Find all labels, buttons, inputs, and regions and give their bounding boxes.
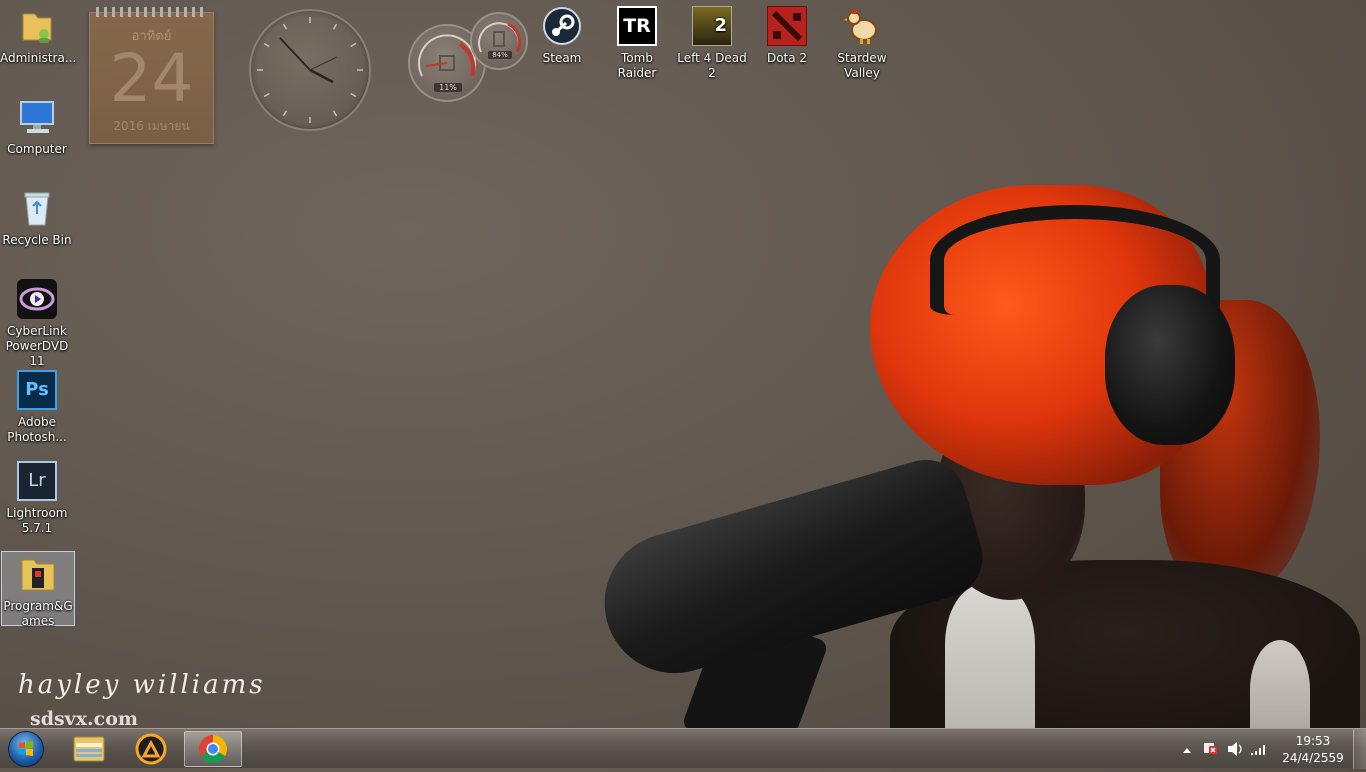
computer-icon: [17, 97, 57, 137]
tray-volume[interactable]: [1224, 729, 1246, 769]
taskbar-clock-time[interactable]: 19:53: [1280, 734, 1346, 748]
desktop-icon-photoshop[interactable]: Ps Adobe Photosh...: [0, 364, 74, 448]
taskbar: 19:53 24/4/2559: [0, 728, 1366, 769]
recycle-bin-icon: [17, 188, 57, 228]
calendar-month-year: 2016 เมษายน: [113, 119, 190, 133]
desktop-icon-administrator[interactable]: Administra...: [0, 0, 77, 70]
desktop-icon-label: Program&Games: [3, 599, 73, 628]
memory-gauge-icon: [478, 22, 522, 53]
folder-icon: [18, 554, 58, 594]
wallpaper-signature: hayley williams: [18, 670, 266, 700]
desktop-icon-steam[interactable]: Steam: [525, 0, 599, 70]
calendar-gadget[interactable]: อาทิตย์ 24 2016 เมษายน: [89, 7, 214, 144]
stardew-valley-icon: [842, 6, 882, 46]
desktop-icon-dota-2[interactable]: Dota 2: [750, 0, 824, 70]
aimp-icon: [135, 733, 167, 765]
clock-minute-hand: [279, 37, 311, 71]
desktop-icon-recycle-bin[interactable]: Recycle Bin: [0, 182, 74, 252]
show-desktop-button[interactable]: [1353, 729, 1366, 769]
start-button[interactable]: [8, 731, 44, 767]
desktop-icon-label: Dota 2: [766, 51, 808, 65]
desktop-icon-label: Stardew Valley: [837, 51, 887, 80]
windows-logo-icon: [19, 741, 33, 756]
tray-network[interactable]: [1248, 729, 1270, 769]
desktop-icon-label: Computer: [7, 142, 67, 156]
desktop-icon-stardew-valley[interactable]: Stardew Valley: [825, 0, 899, 84]
dota-2-icon: [767, 6, 807, 46]
taskbar-explorer[interactable]: [60, 731, 118, 767]
chevron-up-icon: [1183, 748, 1191, 753]
desktop-icon-computer[interactable]: Computer: [0, 91, 74, 161]
windows-explorer-icon: [73, 736, 105, 762]
cpu-percent: 11%: [434, 83, 462, 92]
desktop-icon-label: Adobe Photosh...: [7, 415, 67, 444]
speaker-icon: [1228, 742, 1242, 756]
user-folder-icon: [17, 6, 57, 46]
clock-hour-hand: [309, 68, 334, 84]
desktop-icon-program-games[interactable]: Program&Games: [1, 551, 75, 628]
desktop[interactable]: hayley williams sdsvx.com Administra... …: [0, 0, 1366, 728]
left-4-dead-2-icon: 2: [692, 6, 732, 46]
photoshop-icon: Ps: [17, 370, 57, 410]
desktop-icon-label: Tomb Raider: [617, 51, 657, 80]
powerdvd-icon: [17, 279, 57, 319]
clock-face: [257, 17, 363, 123]
desktop-icon-label: Lightroom 5.7.1: [6, 506, 68, 535]
network-signal-icon: [1251, 745, 1265, 755]
lightroom-icon: Lr: [17, 461, 57, 501]
desktop-icon-label: Recycle Bin: [2, 233, 72, 247]
wallpaper-shirt: [945, 585, 1035, 728]
desktop-icon-powerdvd[interactable]: CyberLink PowerDVD 11: [0, 273, 74, 368]
tray-action-center[interactable]: [1200, 729, 1220, 769]
desktop-icon-label: CyberLink PowerDVD 11: [5, 324, 69, 368]
desktop-icon-tomb-raider[interactable]: TR Tomb Raider: [600, 0, 674, 80]
action-center-flag-icon: [1204, 743, 1217, 754]
calendar-rings: [96, 7, 207, 17]
wallpaper-headphone-cup: [1105, 285, 1235, 445]
wallpaper-site: sdsvx.com: [30, 708, 139, 728]
tomb-raider-icon: TR: [617, 6, 657, 46]
chrome-icon: [199, 735, 227, 763]
calendar-day: 24: [109, 40, 194, 117]
show-hidden-icons-button[interactable]: [1180, 729, 1194, 769]
desktop-icon-left-4-dead-2[interactable]: 2 Left 4 Dead 2: [675, 0, 749, 80]
taskbar-aimp[interactable]: [122, 731, 180, 767]
clock-gadget[interactable]: [249, 9, 371, 131]
desktop-icon-label: Left 4 Dead 2: [677, 51, 747, 80]
desktop-icon-label: Administra...: [0, 51, 77, 65]
clock-second-hand: [309, 56, 338, 71]
desktop-icon-label: Steam: [542, 51, 582, 65]
memory-percent: 84%: [488, 51, 512, 59]
memory-meter-gadget[interactable]: 84%: [470, 12, 528, 70]
desktop-icon-lightroom[interactable]: Lr Lightroom 5.7.1: [0, 455, 74, 539]
taskbar-clock-date[interactable]: 24/4/2559: [1280, 751, 1346, 765]
taskbar-chrome[interactable]: [184, 731, 242, 767]
steam-icon: [542, 6, 582, 46]
